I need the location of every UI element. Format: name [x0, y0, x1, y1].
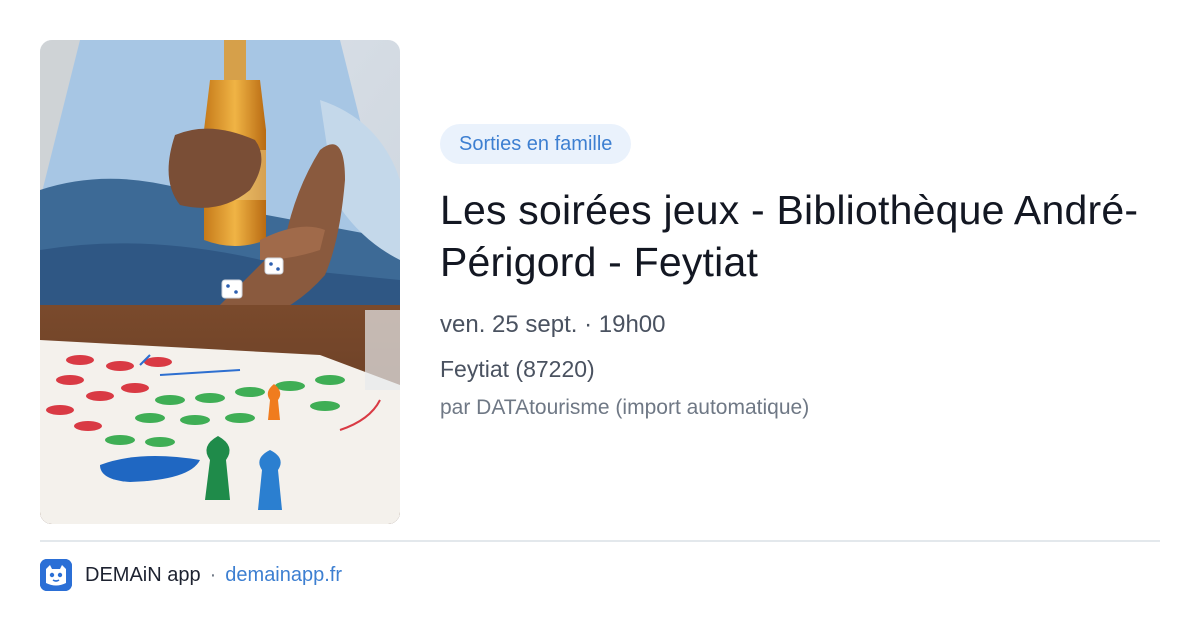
event-location: Feytiat (87220) — [440, 356, 595, 382]
event-info: Sorties en famille Les soirées jeux - Bi… — [440, 124, 1140, 422]
event-source: par DATAtourisme (import automatique) — [440, 396, 810, 419]
footer-separator: · — [209, 563, 217, 586]
app-name: DEMAiN app — [85, 563, 201, 586]
demain-app-logo-icon[interactable] — [40, 559, 72, 591]
footer-divider — [40, 540, 1160, 542]
app-website-link[interactable]: demainapp.fr — [225, 564, 342, 587]
footer: DEMAiN app · demainapp.fr — [40, 558, 342, 592]
event-title: Les soirées jeux - Bibliothèque André-Pé… — [440, 187, 1139, 285]
event-preview-card: Sorties en famille Les soirées jeux - Bi… — [0, 0, 1200, 630]
event-datetime: ven. 25 sept. · 19h00 — [440, 311, 666, 338]
category-badge[interactable]: Sorties en famille — [440, 124, 632, 164]
event-photo — [40, 40, 400, 524]
board-game-photo-icon — [40, 40, 400, 524]
